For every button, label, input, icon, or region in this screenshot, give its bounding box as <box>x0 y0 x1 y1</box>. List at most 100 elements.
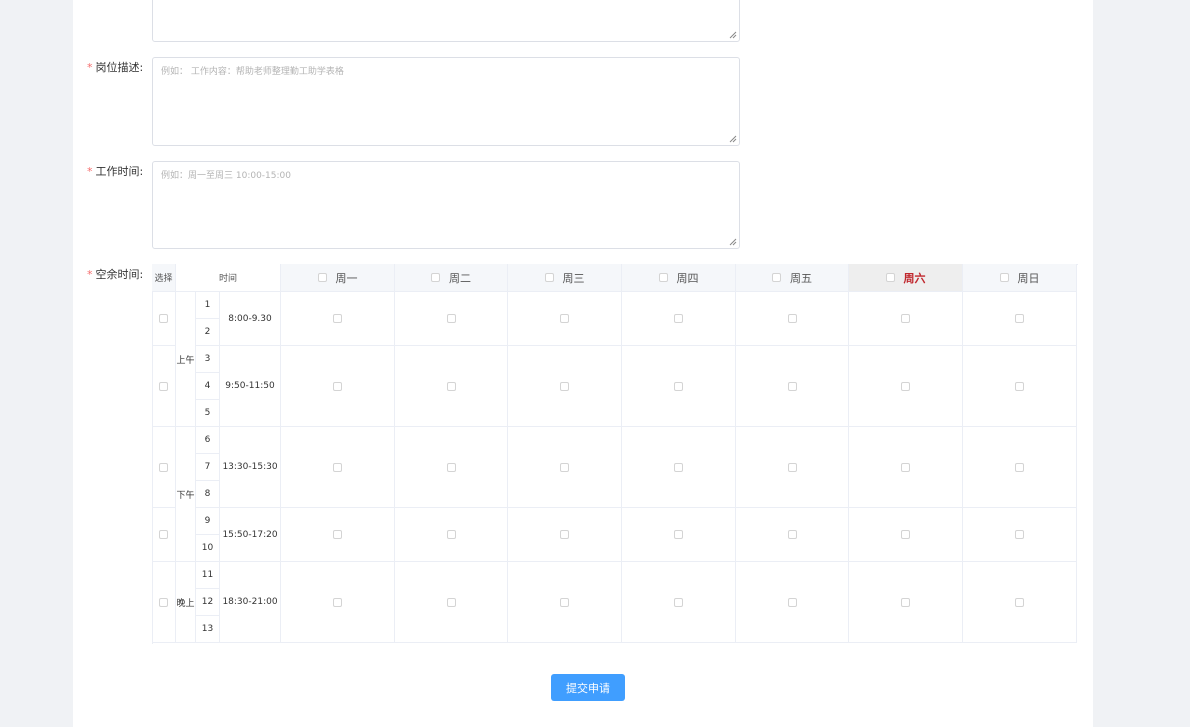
day-select-all-checkbox[interactable] <box>317 273 327 282</box>
slot-checkbox[interactable] <box>333 597 342 607</box>
slot-checkbox[interactable] <box>560 530 569 539</box>
day-select-all-checkbox[interactable] <box>658 273 668 282</box>
slot-cell[interactable] <box>736 292 849 346</box>
slot-cell[interactable] <box>736 508 849 562</box>
slot-cell[interactable] <box>622 346 736 427</box>
submit-application-button[interactable]: 提交申请 <box>551 674 625 701</box>
day-select-all-checkbox[interactable] <box>885 273 895 282</box>
slot-cell[interactable] <box>508 508 622 562</box>
slot-cell[interactable] <box>963 346 1077 427</box>
slot-cell[interactable] <box>281 427 395 508</box>
slot-checkbox[interactable] <box>560 597 569 607</box>
header-day-1[interactable]: 周一 <box>281 264 395 292</box>
row-select-4[interactable] <box>152 508 176 562</box>
day-select-all-checkbox[interactable] <box>999 273 1009 282</box>
resize-grip-icon[interactable] <box>729 135 737 143</box>
slot-cell[interactable] <box>395 292 508 346</box>
slot-cell[interactable] <box>963 427 1077 508</box>
slot-checkbox[interactable] <box>1015 530 1024 539</box>
slot-cell[interactable] <box>622 427 736 508</box>
work-time-textarea[interactable]: 例如：周一至周三 10:00-15:00 <box>152 161 740 249</box>
slot-checkbox[interactable] <box>446 530 456 539</box>
row-select-5[interactable] <box>152 562 176 643</box>
slot-cell[interactable] <box>736 346 849 427</box>
slot-cell[interactable] <box>849 292 963 346</box>
slot-checkbox[interactable] <box>787 530 797 539</box>
slot-checkbox[interactable] <box>901 381 910 391</box>
slot-cell[interactable] <box>622 562 736 643</box>
slot-checkbox[interactable] <box>446 381 456 391</box>
slot-cell[interactable] <box>622 292 736 346</box>
slot-checkbox[interactable] <box>674 462 683 472</box>
slot-checkbox[interactable] <box>333 381 342 391</box>
day-select-all-checkbox[interactable] <box>431 273 440 282</box>
slot-checkbox[interactable] <box>446 597 456 607</box>
slot-checkbox[interactable] <box>560 462 569 472</box>
slot-checkbox[interactable] <box>901 314 910 323</box>
description-textarea[interactable]: 例如： 工作内容：帮助老师整理勤工助学表格 <box>152 57 740 146</box>
slot-checkbox[interactable] <box>674 530 683 539</box>
slot-cell[interactable] <box>963 508 1077 562</box>
resize-grip-icon[interactable] <box>729 31 737 39</box>
slot-checkbox[interactable] <box>901 530 910 539</box>
row-select-checkbox[interactable] <box>159 381 168 391</box>
slot-checkbox[interactable] <box>901 462 910 472</box>
slot-checkbox[interactable] <box>674 597 683 607</box>
previous-field-textarea[interactable] <box>152 0 740 42</box>
slot-checkbox[interactable] <box>1015 462 1024 472</box>
slot-cell[interactable] <box>395 508 508 562</box>
slot-checkbox[interactable] <box>560 381 569 391</box>
slot-checkbox[interactable] <box>446 462 456 472</box>
slot-checkbox[interactable] <box>674 314 683 323</box>
slot-cell[interactable] <box>508 292 622 346</box>
slot-checkbox[interactable] <box>333 462 342 472</box>
header-day-2[interactable]: 周二 <box>395 264 508 292</box>
header-day-4[interactable]: 周四 <box>622 264 736 292</box>
row-select-1[interactable] <box>152 292 176 346</box>
slot-cell[interactable] <box>736 427 849 508</box>
slot-cell[interactable] <box>508 562 622 643</box>
row-select-checkbox[interactable] <box>159 597 168 607</box>
slot-checkbox[interactable] <box>901 597 910 607</box>
slot-checkbox[interactable] <box>787 462 797 472</box>
row-select-checkbox[interactable] <box>159 314 168 323</box>
slot-checkbox[interactable] <box>787 381 797 391</box>
slot-cell[interactable] <box>281 562 395 643</box>
slot-cell[interactable] <box>281 292 395 346</box>
slot-checkbox[interactable] <box>333 530 342 539</box>
slot-cell[interactable] <box>849 508 963 562</box>
slot-cell[interactable] <box>622 508 736 562</box>
slot-checkbox[interactable] <box>1015 314 1024 323</box>
slot-cell[interactable] <box>736 562 849 643</box>
row-select-2[interactable] <box>152 346 176 427</box>
slot-cell[interactable] <box>395 346 508 427</box>
header-day-3[interactable]: 周三 <box>508 264 622 292</box>
slot-checkbox[interactable] <box>787 597 797 607</box>
slot-checkbox[interactable] <box>560 314 569 323</box>
row-select-checkbox[interactable] <box>159 462 168 472</box>
slot-cell[interactable] <box>963 292 1077 346</box>
row-select-3[interactable] <box>152 427 176 508</box>
slot-cell[interactable] <box>281 346 395 427</box>
slot-cell[interactable] <box>281 508 395 562</box>
slot-checkbox[interactable] <box>333 314 342 323</box>
slot-checkbox[interactable] <box>1015 381 1024 391</box>
slot-cell[interactable] <box>849 346 963 427</box>
resize-grip-icon[interactable] <box>729 238 737 246</box>
slot-checkbox[interactable] <box>446 314 456 323</box>
day-select-all-checkbox[interactable] <box>772 273 781 282</box>
slot-checkbox[interactable] <box>1015 597 1024 607</box>
slot-cell[interactable] <box>963 562 1077 643</box>
row-select-checkbox[interactable] <box>159 530 168 539</box>
header-day-7[interactable]: 周日 <box>963 264 1077 292</box>
header-day-5[interactable]: 周五 <box>736 264 849 292</box>
header-day-6[interactable]: 周六 <box>849 264 963 292</box>
slot-checkbox[interactable] <box>787 314 797 323</box>
slot-cell[interactable] <box>395 562 508 643</box>
slot-cell[interactable] <box>508 346 622 427</box>
day-select-all-checkbox[interactable] <box>544 273 554 282</box>
slot-checkbox[interactable] <box>674 381 683 391</box>
slot-cell[interactable] <box>849 427 963 508</box>
slot-cell[interactable] <box>395 427 508 508</box>
slot-cell[interactable] <box>849 562 963 643</box>
